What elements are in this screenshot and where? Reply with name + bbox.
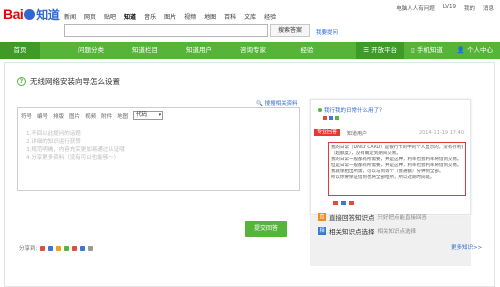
preview-footer-icons <box>333 201 354 205</box>
direct-answer-icon: 直 <box>318 213 326 221</box>
nav-experts[interactable]: 咨询专家 <box>226 42 280 59</box>
question-title: 无线网络安装向导怎么设置 <box>30 77 120 86</box>
feature-related-knowledge[interactable]: 相 相关知识点选择 相关知识点选择 <box>318 226 416 236</box>
nav-mobile[interactable]: ▯ 手机知道 <box>404 42 450 59</box>
my-link[interactable]: 我的 <box>464 4 475 12</box>
search-related-link[interactable]: 🔍 搜搜相关资料 <box>256 99 298 107</box>
answer-card: ? 无线网络安装向导怎么设置 🔍 搜搜相关资料 符号 编号 排版 图片 视频 附… <box>4 62 495 287</box>
symbol-tool[interactable]: 符号 <box>21 112 32 120</box>
share-bar: 分享到: <box>19 244 94 252</box>
question-icon: ? <box>17 77 26 86</box>
nav-baike[interactable]: 百科 <box>224 12 236 21</box>
share-icon[interactable] <box>64 245 70 251</box>
nav-open-platform[interactable]: ☰ 开放平台 <box>356 42 405 59</box>
nav-video[interactable]: 视频 <box>184 12 196 21</box>
video-tool[interactable]: 视频 <box>85 112 96 120</box>
more-link[interactable]: 更多知识>> <box>451 243 482 251</box>
messages-link[interactable]: 消息 <box>483 4 494 12</box>
nav-experience[interactable]: 经验 <box>280 42 334 59</box>
search-answers-button[interactable]: 搜索答案 <box>270 24 310 37</box>
numbering-tool[interactable]: 编号 <box>37 112 48 120</box>
main-nav-bar: 首页 问题分类 知道栏目 知道用户 咨询专家 经验 ☰ 开放平台 ▯ 手机知道 … <box>0 42 500 59</box>
preview-user: 知道用户 <box>347 131 368 137</box>
preview-title: 我行我的日常什么用了？ <box>318 106 385 114</box>
related-knowledge-icon: 相 <box>318 227 326 235</box>
paw-icon <box>24 9 36 20</box>
share-icon[interactable] <box>72 245 78 251</box>
share-icon[interactable] <box>80 245 86 251</box>
ask-question-link[interactable]: 我要提问 <box>316 28 338 36</box>
share-icon[interactable] <box>48 245 54 251</box>
preview-icons <box>323 116 339 120</box>
top-header: Bai 知道 新闻 网页 贴吧 知道 音乐 图片 视频 地图 百科 文库 经验 电… <box>0 0 500 42</box>
editor-toolbar: 符号 编号 排版 图片 视频 附件 地图 代码 <box>21 111 164 120</box>
layout-tool[interactable]: 排版 <box>53 112 64 120</box>
nav-columns[interactable]: 知道栏目 <box>118 42 172 59</box>
nav-web[interactable]: 网页 <box>84 12 96 21</box>
editor-placeholder: 1.不回以此提问的话题 2.详细的知识运行获赞 3.规范明确，内容充实更加易通过… <box>26 131 125 161</box>
baidu-zhidao-logo[interactable]: Bai 知道 <box>3 6 60 23</box>
nav-home[interactable]: 首页 <box>0 42 40 59</box>
share-icon[interactable] <box>56 245 62 251</box>
nav-users[interactable]: 知道用户 <box>172 42 226 59</box>
nav-categories[interactable]: 问题分类 <box>64 42 118 59</box>
nav-wenku[interactable]: 文库 <box>244 12 256 21</box>
top-nav: 新闻 网页 贴吧 知道 音乐 图片 视频 地图 百科 文库 经验 <box>64 12 276 21</box>
submit-answer-button[interactable]: 提交回答 <box>245 221 287 237</box>
nav-tieba[interactable]: 贴吧 <box>104 12 116 21</box>
user-level[interactable]: LV19 <box>443 4 456 12</box>
preview-date: 2014-11-19 17:40 <box>418 130 464 136</box>
question-row: ? 无线网络安装向导怎么设置 <box>17 76 120 87</box>
nav-news[interactable]: 新闻 <box>64 12 76 21</box>
share-icon[interactable] <box>40 245 46 251</box>
username-link[interactable]: 电脑人人有问题 <box>396 4 435 12</box>
share-icon[interactable] <box>88 245 94 251</box>
preview-shadow <box>310 216 471 266</box>
user-bar: 电脑人人有问题 LV19 我的 消息 <box>396 4 494 12</box>
nav-zhidao[interactable]: 知道 <box>124 12 136 21</box>
attachment-tool[interactable]: 附件 <box>101 112 112 120</box>
nav-music[interactable]: 音乐 <box>144 12 156 21</box>
nav-personal-center[interactable]: 👤 个人中心 <box>450 42 500 59</box>
code-select[interactable]: 代码 <box>133 111 164 120</box>
answer-preview: 我行我的日常什么用了？ 专业回答 知道用户 2014-11-19 17:40 我… <box>310 99 471 215</box>
image-tool[interactable]: 图片 <box>69 112 80 120</box>
nav-map[interactable]: 地图 <box>204 12 216 21</box>
preview-tag: 专业回答 <box>314 129 341 136</box>
preview-highlight-box: 我的日常（DAILY CARD）是银行卡的中的个人显示的，没有存利到账，用个人账… <box>328 142 466 196</box>
feature-direct-answer[interactable]: 直 直接回答知识点 只好把点能直接回答 <box>318 212 427 222</box>
search-input[interactable] <box>64 24 268 37</box>
nav-images[interactable]: 图片 <box>164 12 176 21</box>
answer-editor[interactable]: 符号 编号 排版 图片 视频 附件 地图 代码 1.不回以此提问的话题 2.详细… <box>17 107 300 191</box>
nav-jingyan[interactable]: 经验 <box>264 12 276 21</box>
map-tool[interactable]: 地图 <box>117 112 128 120</box>
